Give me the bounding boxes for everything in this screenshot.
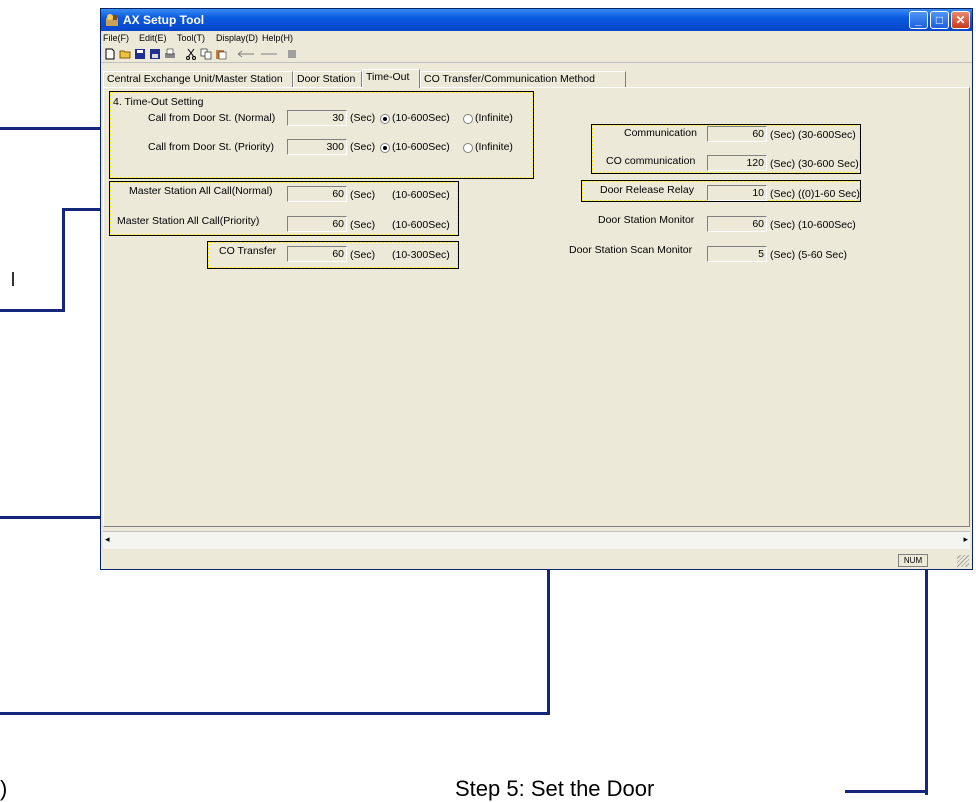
door-scan-range: (5-60 Sec) [798,249,848,261]
call-normal-radio-infinite[interactable] [463,114,473,124]
door-release-label: Door Release Relay [600,184,694,196]
small-marker [12,272,14,286]
window-title: AX Setup Tool [123,13,205,27]
call-priority-label: Call from Door St. (Priority) [148,141,275,153]
call-priority-range-label: (10-600Sec) [392,141,450,153]
left-caption-fragment: ) [0,776,8,801]
co-communication-label: CO communication [606,155,696,167]
time-out-panel: 4. Time-Out Setting Call from Door St. (… [103,87,970,527]
co-transfer-range: (10-300Sec) [392,249,450,261]
call-priority-radio-infinite[interactable] [463,143,473,153]
callout-line-2a [0,309,64,312]
app-icon [106,14,118,26]
door-scan-field[interactable]: 5 [707,246,767,262]
co-transfer-field[interactable]: 60 [287,246,347,262]
door-scan-unit: (Sec) [770,249,796,261]
allcall-priority-label: Master Station All Call(Priority) [117,215,260,227]
menu-display[interactable]: Display(D) [216,33,258,43]
callout-line-3a [0,516,108,519]
status-bar: NUM [101,552,972,569]
scroll-left-icon[interactable]: ◂ [105,534,110,545]
allcall-priority-unit: (Sec) [350,219,376,231]
close-button[interactable]: ✕ [951,11,970,29]
co-communication-unit: (Sec) [770,158,796,170]
num-lock-indicator: NUM [898,554,928,567]
callout-line-1 [0,127,108,130]
call-priority-radio-range[interactable] [380,143,390,153]
door-release-unit: (Sec) [770,188,796,200]
door-release-field[interactable]: 10 [707,185,767,201]
menu-file[interactable]: File(F) [103,33,129,43]
back-icon[interactable] [236,48,256,60]
tab-co-transfer[interactable]: CO Transfer/Communication Method [420,71,626,87]
cut-icon[interactable] [185,48,197,60]
callout-line-5c [845,790,928,793]
menu-bar: File(F) Edit(E) Tool(T) Display(D) Help(… [101,31,972,46]
co-communication-field[interactable]: 120 [707,155,767,171]
call-priority-field[interactable]: 300 [287,139,347,155]
forward-icon[interactable] [259,48,279,60]
allcall-priority-field[interactable]: 60 [287,216,347,232]
tab-door-station[interactable]: Door Station [293,71,362,87]
allcall-normal-label: Master Station All Call(Normal) [129,185,273,197]
door-monitor-unit: (Sec) [770,219,796,231]
call-normal-radio-range[interactable] [380,114,390,124]
minimize-button[interactable]: _ [909,11,928,29]
toolbar [101,46,972,63]
allcall-normal-range: (10-600Sec) [392,189,450,201]
co-communication-range: (30-600 Sec) [798,158,859,170]
co-transfer-label: CO Transfer [219,245,277,257]
menu-edit[interactable]: Edit(E) [139,33,167,43]
door-monitor-label: Door Station Monitor [598,214,695,226]
save-as-icon[interactable] [149,48,161,60]
menu-tool[interactable]: Tool(T) [177,33,205,43]
copy-icon[interactable] [200,48,212,60]
call-normal-unit: (Sec) [350,112,376,124]
scroll-right-icon[interactable]: ▸ [963,534,968,545]
allcall-priority-range: (10-600Sec) [392,219,450,231]
title-bar[interactable]: AX Setup Tool _ □ ✕ [101,9,972,31]
paste-icon[interactable] [215,48,227,60]
save-icon[interactable] [134,48,146,60]
app-window: AX Setup Tool _ □ ✕ File(F) Edit(E) Tool… [100,8,973,570]
door-monitor-field[interactable]: 60 [707,216,767,232]
call-normal-field[interactable]: 30 [287,110,347,126]
tab-strip: Central Exchange Unit/Master Station Doo… [101,69,972,88]
door-release-range: ((0)1-60 Sec) [798,188,860,200]
callout-line-4a [0,712,550,715]
call-priority-unit: (Sec) [350,141,376,153]
tab-time-out[interactable]: Time-Out [362,69,420,88]
horizontal-scrollbar[interactable]: ◂ ▸ [103,531,970,549]
allcall-normal-unit: (Sec) [350,189,376,201]
communication-label: Communication [624,127,697,139]
call-priority-infinite-label: (Infinite) [475,141,513,153]
call-normal-range-label: (10-600Sec) [392,112,450,124]
allcall-normal-field[interactable]: 60 [287,186,347,202]
call-normal-label: Call from Door St. (Normal) [148,112,276,124]
new-icon[interactable] [104,48,116,60]
co-transfer-unit: (Sec) [350,249,376,261]
callout-line-2b [62,208,65,312]
door-scan-label: Door Station Scan Monitor [569,244,693,256]
communication-unit: (Sec) [770,129,796,141]
menu-help[interactable]: Help(H) [262,33,293,43]
open-icon[interactable] [119,48,131,60]
maximize-button[interactable]: □ [930,11,949,29]
door-monitor-range: (10-600Sec) [798,219,856,231]
resize-grip-icon[interactable] [957,555,969,567]
stop-icon[interactable] [286,48,298,60]
call-normal-infinite-label: (Infinite) [475,112,513,124]
communication-range: (30-600Sec) [798,129,856,141]
section-title: 4. Time-Out Setting [113,96,204,108]
print-icon[interactable] [164,48,176,60]
step5-caption: Step 5: Set the Door [455,776,655,801]
tab-central-exchange[interactable]: Central Exchange Unit/Master Station [103,71,293,87]
communication-field[interactable]: 60 [707,126,767,142]
